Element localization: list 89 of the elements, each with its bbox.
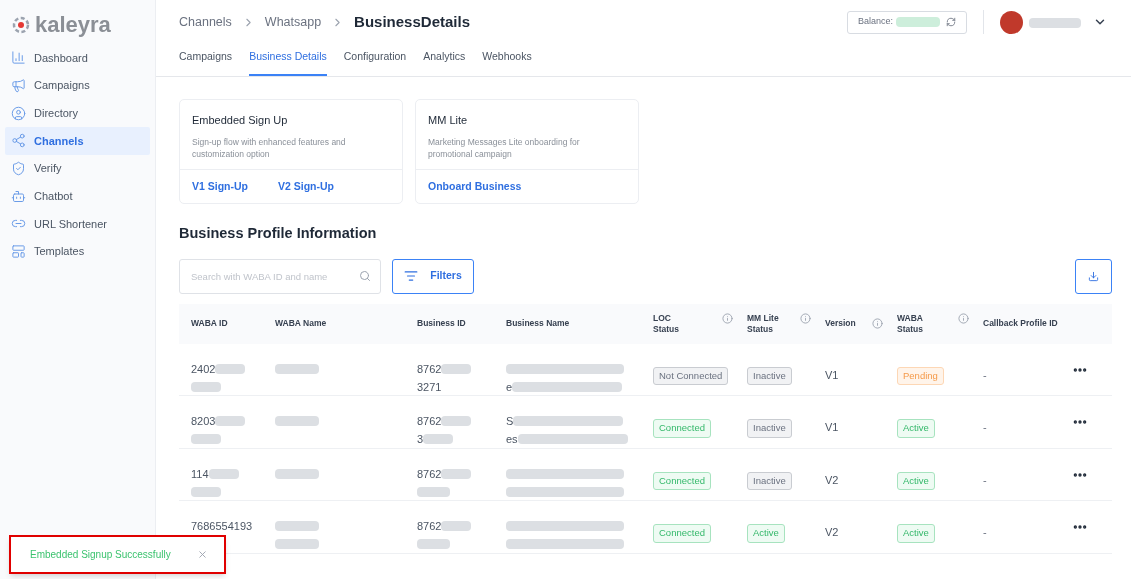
- table-cell: 3271: [417, 380, 442, 393]
- table-cell: -: [983, 368, 987, 381]
- status-badge: Active: [897, 471, 935, 490]
- column-header: LOC Status: [653, 312, 680, 335]
- column-header: WABA Name: [275, 318, 327, 330]
- column-header: Version: [825, 318, 856, 330]
- refresh-icon[interactable]: [946, 17, 956, 27]
- status-badge: Active: [897, 524, 935, 543]
- table-cell: 8762: [417, 415, 442, 428]
- close-icon[interactable]: [197, 549, 208, 560]
- shield-icon: [11, 161, 26, 177]
- column-header: Business ID: [417, 318, 466, 330]
- card-description: Sign-up flow with enhanced features and customization option: [192, 135, 347, 160]
- search-icon[interactable]: [359, 269, 371, 282]
- table-cell: V2: [825, 526, 839, 539]
- tab[interactable]: Configuration: [343, 49, 407, 76]
- card-description: Marketing Messages Lite onboarding for promotional campaign: [428, 135, 581, 160]
- filter-icon: [404, 269, 419, 284]
- table-cell: -: [983, 421, 987, 434]
- logo-icon: [11, 15, 31, 35]
- info-icon[interactable]: [872, 318, 883, 330]
- balance-box[interactable]: Balance:: [847, 10, 967, 34]
- sidebar-item[interactable]: URL Shortener: [5, 210, 150, 238]
- breadcrumb-link[interactable]: Channels: [179, 12, 232, 32]
- table-cell: 8762: [417, 467, 442, 480]
- table-cell: 8762: [417, 362, 442, 375]
- status-badge: Connected: [653, 419, 711, 438]
- status-badge: Not Connected: [653, 366, 729, 385]
- table-cell: V1: [825, 421, 839, 434]
- sidebar-item[interactable]: Dashboard: [5, 44, 150, 72]
- column-header: WABA ID: [191, 318, 228, 330]
- card-link[interactable]: V1 Sign-Up: [192, 178, 248, 195]
- table-cell: V2: [825, 473, 839, 486]
- filters-button[interactable]: Filters: [392, 258, 474, 294]
- tab[interactable]: Webhooks: [482, 49, 532, 76]
- robot-icon: [11, 188, 26, 204]
- card-link[interactable]: Onboard Business: [428, 178, 522, 195]
- breadcrumb-link[interactable]: Whatsapp: [264, 12, 322, 32]
- table-cell: 114: [191, 467, 209, 480]
- status-badge: Connected: [653, 471, 711, 490]
- sidebar-item[interactable]: Channels: [5, 127, 150, 155]
- card-title: Embedded Sign Up: [192, 113, 289, 128]
- bar-chart-icon: [11, 50, 26, 66]
- download-button[interactable]: [1075, 258, 1112, 294]
- section-title: Business Profile Information: [179, 224, 378, 243]
- brand-name: kaleyra: [35, 14, 111, 36]
- table-cell: 8762: [417, 520, 442, 533]
- table-cell: -: [983, 473, 987, 486]
- card-link[interactable]: V2 Sign-Up: [278, 178, 335, 195]
- table-cell: e: [506, 380, 513, 393]
- status-badge: Active: [897, 419, 935, 438]
- user-icon: [11, 105, 26, 121]
- column-header: MM Lite Status: [747, 312, 780, 335]
- download-icon: [1088, 270, 1099, 282]
- info-icon[interactable]: [958, 312, 969, 324]
- table-cell: V1: [825, 368, 839, 381]
- status-badge: Inactive: [747, 419, 792, 438]
- sidebar-item[interactable]: Templates: [5, 237, 150, 266]
- column-header: WABA Status: [897, 312, 924, 335]
- sidebar-item[interactable]: Verify: [5, 154, 150, 183]
- column-header: Business Name: [506, 318, 570, 330]
- template-icon: [11, 244, 26, 260]
- table-cell: S: [506, 415, 514, 428]
- tab[interactable]: Campaigns: [179, 49, 233, 76]
- card-title: MM Lite: [428, 113, 469, 128]
- page-title: BusinessDetails: [354, 11, 470, 32]
- megaphone-icon: [11, 78, 26, 94]
- status-badge: Inactive: [747, 366, 792, 385]
- table-cell: 2402: [191, 362, 216, 375]
- tab[interactable]: Business Details: [249, 49, 327, 76]
- table-cell: 3: [417, 433, 424, 446]
- sidebar-item[interactable]: Directory: [5, 99, 150, 128]
- tab[interactable]: Analytics: [423, 49, 466, 76]
- info-icon[interactable]: [722, 312, 733, 324]
- status-badge: Active: [747, 524, 785, 543]
- status-badge: Connected: [653, 524, 711, 543]
- avatar[interactable]: [1000, 10, 1023, 34]
- table-cell: -: [983, 526, 987, 539]
- status-badge: Inactive: [747, 471, 792, 490]
- info-icon[interactable]: [800, 312, 811, 324]
- sidebar-item[interactable]: Campaigns: [5, 71, 150, 100]
- sidebar-item[interactable]: Chatbot: [5, 182, 150, 211]
- table-cell: es: [506, 433, 518, 446]
- share-icon: [11, 133, 26, 149]
- table-cell: 8203: [191, 415, 216, 428]
- status-badge: Pending: [897, 366, 944, 385]
- toast-message: Embedded Signup Successfully: [30, 548, 171, 562]
- column-header: Callback Profile ID: [983, 318, 1058, 330]
- table-cell: 7686554193: [191, 520, 253, 533]
